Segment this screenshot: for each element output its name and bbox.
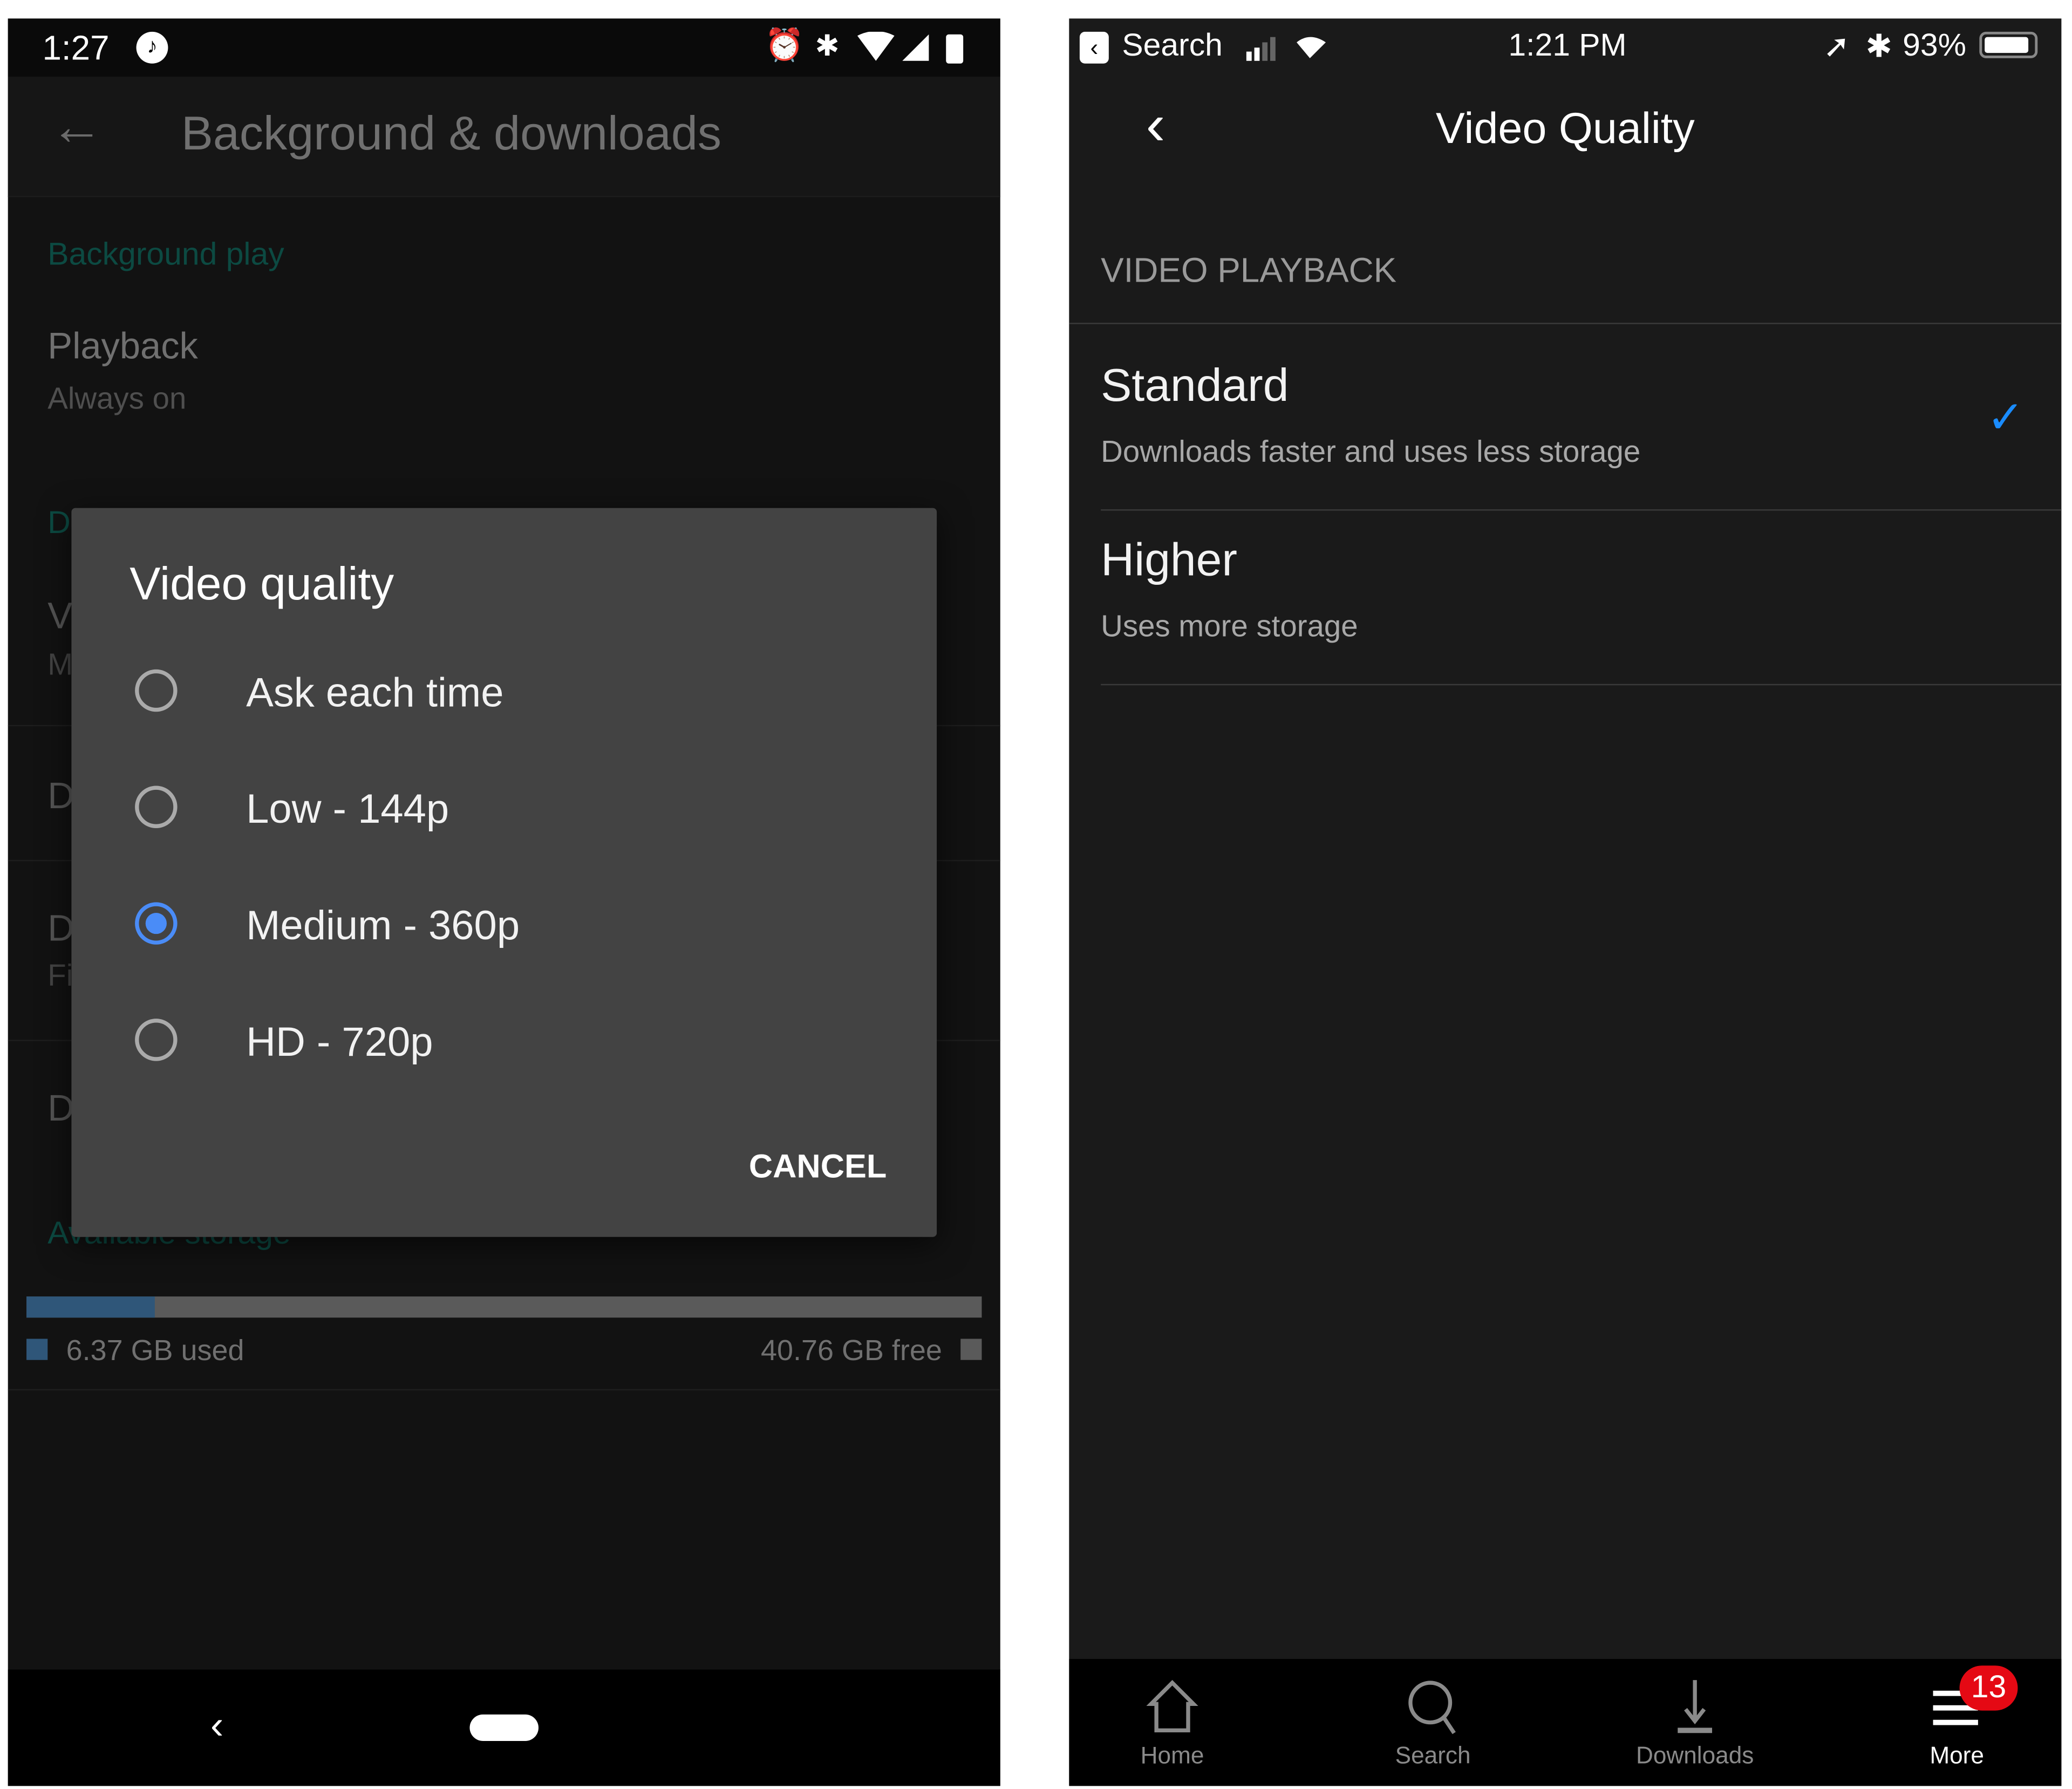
bluetooth-icon: ✱	[1865, 29, 1892, 65]
nav-back-icon[interactable]: ‹	[210, 1704, 224, 1749]
option-subtitle: Downloads faster and uses less storage	[1101, 434, 1641, 469]
option-label: Low - 144p	[246, 786, 449, 832]
status-time: 1:27	[42, 28, 110, 68]
obscured-item[interactable]: D	[47, 907, 74, 950]
location-icon: ➚	[1823, 29, 1850, 65]
tab-label: Search	[1395, 1742, 1471, 1769]
android-nav-bar: ‹	[8, 1669, 1000, 1786]
radio-button[interactable]	[135, 669, 178, 712]
used-legend-swatch	[26, 1339, 48, 1360]
dialog-title: Video quality	[130, 558, 394, 610]
radio-button[interactable]	[135, 1019, 178, 1061]
playback-value: Always on	[47, 381, 187, 415]
checkmark-icon: ✓	[1986, 393, 2025, 443]
battery-icon	[946, 34, 964, 64]
tab-label: More	[1930, 1742, 1984, 1769]
obscured-item[interactable]: D	[47, 1088, 74, 1130]
battery-icon	[1979, 31, 2038, 58]
status-time: 1:21 PM	[1508, 28, 1627, 64]
option-title: Higher	[1101, 534, 1237, 586]
storage-used-text: 6.37 GB used	[66, 1333, 244, 1367]
signal-wifi-icon	[1246, 37, 1326, 61]
alarm-icon: ⏰	[765, 28, 805, 64]
bluetooth-icon: ✱	[815, 29, 840, 63]
nav-title: Video Quality	[1435, 103, 1695, 152]
video-quality-dialog: Video quality Ask each time Low - 144p Med…	[71, 508, 937, 1237]
section-background-play: Background play	[47, 236, 284, 273]
playback-setting[interactable]: Playback Always on	[8, 310, 1000, 455]
android-status-bar: 1:27 ♪ ⏰ ✱	[8, 18, 1000, 77]
cancel-button[interactable]: CANCEL	[749, 1148, 887, 1186]
obscured-item: Fi	[47, 958, 73, 993]
tab-bar: Home Search Downloads More 13	[1069, 1658, 2062, 1786]
obscured-item[interactable]: D	[47, 775, 74, 817]
tab-downloads[interactable]: Downloads	[1616, 1659, 1774, 1786]
radio-option[interactable]: HD - 720p	[71, 989, 937, 1095]
tab-more[interactable]: More 13	[1878, 1659, 2036, 1786]
android-screen: 1:27 ♪ ⏰ ✱ ← Background & downloads Back…	[8, 18, 1000, 1786]
wifi-icon	[857, 31, 929, 61]
quality-option[interactable]: Higher Uses more storage	[1069, 511, 2062, 686]
ios-status-bar: ‹ Search 1:21 PM ➚ ✱ 93%	[1069, 18, 2061, 77]
radio-option[interactable]: Medium - 360p	[71, 873, 937, 979]
obscured-item: M	[47, 647, 73, 681]
signal-icon	[902, 34, 929, 61]
search-icon	[1404, 1677, 1462, 1742]
storage-bar	[26, 1296, 982, 1318]
quality-option[interactable]: Standard Downloads faster and uses less s…	[1069, 336, 2062, 511]
option-label: Ask each time	[246, 669, 504, 716]
section-header: VIDEO PLAYBACK	[1101, 250, 1397, 290]
option-subtitle: Uses more storage	[1101, 608, 1358, 643]
music-app-icon: ♪	[136, 31, 168, 64]
home-icon	[1143, 1677, 1202, 1742]
download-icon	[1666, 1677, 1724, 1742]
back-to-app-icon[interactable]: ‹	[1079, 31, 1109, 64]
tab-search[interactable]: Search	[1353, 1659, 1512, 1786]
tab-home[interactable]: Home	[1093, 1659, 1251, 1786]
radio-option[interactable]: Ask each time	[71, 640, 937, 746]
radio-button[interactable]	[135, 902, 178, 945]
arrow-left-icon[interactable]: ←	[50, 98, 103, 157]
radio-button[interactable]	[135, 786, 178, 829]
storage-free-text: 40.76 GB free	[760, 1333, 942, 1367]
playback-title: Playback	[47, 325, 198, 367]
free-legend-swatch	[960, 1339, 982, 1360]
page-title: Background & downloads	[181, 106, 722, 160]
back-app-label[interactable]: Search	[1122, 28, 1222, 65]
notification-badge: 13	[1959, 1665, 2018, 1711]
radio-option[interactable]: Low - 144p	[71, 757, 937, 863]
nav-home-pill[interactable]	[469, 1714, 539, 1741]
option-label: HD - 720p	[246, 1019, 433, 1065]
tab-label: Downloads	[1635, 1742, 1754, 1769]
option-title: Standard	[1101, 359, 1289, 412]
storage-used-fill	[26, 1296, 156, 1318]
option-label: Medium - 360p	[246, 902, 520, 949]
obscured-section: D	[47, 505, 71, 541]
battery-percent: 93%	[1903, 28, 1966, 64]
tab-label: Home	[1140, 1742, 1204, 1769]
obscured-item[interactable]: V	[47, 595, 72, 637]
ios-screen: ‹ Search 1:21 PM ➚ ✱ 93% ‹ Video Quality…	[1069, 18, 2062, 1786]
app-bar: ← Background & downloads	[8, 77, 1000, 197]
